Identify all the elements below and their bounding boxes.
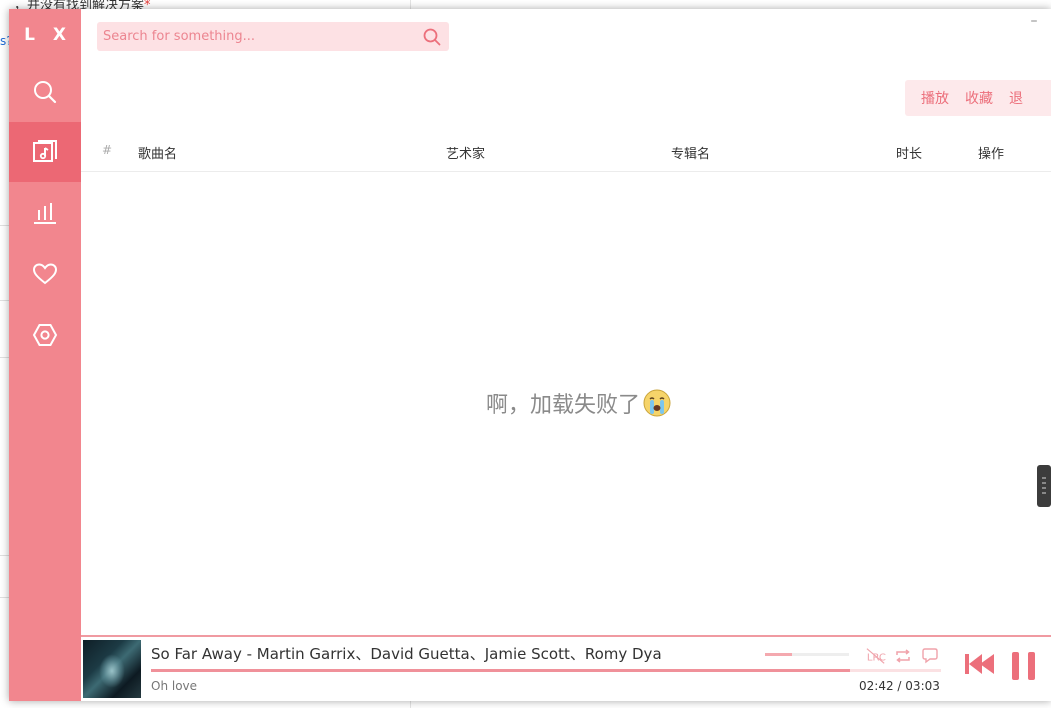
hexagon-gear-icon: [32, 324, 58, 346]
album-cover-art: [99, 654, 125, 688]
player-bar: So Far Away - Martin Garrix、David Guetta…: [81, 635, 1051, 701]
search-bar: [97, 22, 449, 51]
total-time: 03:03: [905, 679, 940, 693]
volume-level: [765, 653, 792, 656]
music-player-window: L X Search for something... – 播放 收藏 退 # …: [9, 9, 1051, 701]
repeat-icon: [896, 649, 910, 663]
music-list-icon: [33, 140, 57, 162]
nav-playlist[interactable]: [9, 122, 81, 182]
search-icon: [34, 81, 57, 104]
app-logo: L X: [24, 25, 72, 45]
column-artist: 艺术家: [446, 147, 486, 162]
comment-icon: [922, 648, 938, 664]
column-duration: 时长: [896, 147, 923, 162]
previous-track-icon: [965, 654, 994, 674]
comment-button[interactable]: [920, 646, 940, 666]
search-button[interactable]: [421, 26, 443, 48]
play-all-button[interactable]: 播放: [905, 88, 949, 108]
scroll-handle[interactable]: [1037, 465, 1051, 507]
volume-slider[interactable]: [765, 653, 849, 656]
now-playing-title: So Far Away - Martin Garrix、David Guetta…: [151, 645, 662, 663]
list-actions: 播放 收藏 退: [905, 80, 1051, 116]
load-failed-text: 啊，加载失败了: [486, 393, 641, 418]
playback-progress[interactable]: [151, 669, 941, 672]
lyrics-toggle[interactable]: LRC: [866, 646, 886, 666]
nav-settings[interactable]: [9, 305, 81, 365]
current-lyric: Oh love: [151, 679, 198, 693]
chart-bars-icon: [34, 203, 56, 224]
playback-progress-fill: [151, 669, 851, 672]
column-index: #: [102, 143, 113, 157]
sidebar: L X: [9, 9, 81, 701]
lyrics-off-icon: LRC: [866, 648, 886, 664]
heart-icon: [32, 263, 58, 285]
collect-button[interactable]: 收藏: [965, 88, 993, 108]
column-album: 专辑名: [671, 147, 711, 162]
time-separator: /: [897, 679, 902, 693]
album-cover[interactable]: [83, 640, 141, 698]
load-failed-message: 啊，加载失败了: [486, 387, 672, 419]
nav-leaderboard[interactable]: [9, 183, 81, 243]
current-time: 02:42: [859, 679, 894, 693]
crying-face-icon: [643, 389, 671, 417]
main-panel: – 播放 收藏 退 # 歌曲名 艺术家 专辑名 时长 操作 啊，加载失败了: [81, 9, 1051, 701]
column-operation: 操作: [978, 147, 1005, 162]
song-table-header: # 歌曲名 艺术家 专辑名 时长 操作: [81, 133, 1051, 172]
nav-search[interactable]: [9, 62, 81, 122]
previous-button[interactable]: [965, 653, 995, 675]
column-song-name: 歌曲名: [138, 147, 178, 162]
minimize-button[interactable]: –: [1026, 13, 1042, 29]
pause-icon: [1012, 652, 1035, 680]
search-icon: [423, 28, 441, 46]
repeat-button[interactable]: [893, 646, 913, 666]
playback-time: 02:42 / 03:03: [859, 679, 940, 693]
remove-button[interactable]: 退: [1009, 88, 1023, 108]
search-input[interactable]: [97, 22, 419, 51]
nav-favorites[interactable]: [9, 244, 81, 304]
pause-button[interactable]: [1011, 651, 1037, 681]
